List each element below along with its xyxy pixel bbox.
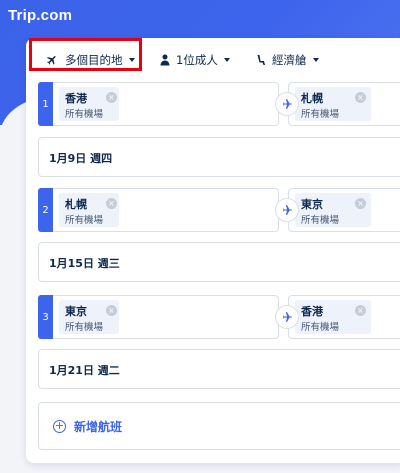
leg-number-badge: 1 <box>38 82 53 126</box>
clear-icon[interactable]: × <box>355 305 366 316</box>
swap-cities-button[interactable] <box>275 305 299 329</box>
clear-icon[interactable]: × <box>355 92 366 103</box>
trip-type-highlight-box <box>29 38 142 71</box>
trip-logo: Trip.com <box>8 7 73 24</box>
chevron-down-icon <box>223 58 230 62</box>
clear-icon[interactable]: × <box>106 92 117 103</box>
departure-city-chip: 札幌 所有機場 × <box>59 193 119 227</box>
departure-field[interactable]: 札幌 所有機場 × <box>53 188 279 232</box>
swap-cities-button[interactable] <box>275 198 299 222</box>
arrival-city: 香港 <box>301 305 323 318</box>
swap-cities-button[interactable] <box>275 92 299 116</box>
departure-city-chip: 東京 所有機場 × <box>59 300 119 334</box>
departure-date: 1月15日 週三 <box>49 257 120 270</box>
arrival-field[interactable]: 香港 所有機場 × <box>288 295 400 339</box>
arrival-field[interactable]: 東京 所有機場 × <box>288 188 400 232</box>
plane-icon <box>283 205 292 215</box>
departure-city: 札幌 <box>65 198 87 211</box>
person-icon <box>160 54 170 66</box>
departure-airports: 所有機場 <box>65 322 104 333</box>
passengers-label: 1位成人 <box>176 53 218 67</box>
departure-field[interactable]: 東京 所有機場 × <box>53 295 279 339</box>
departure-date-field[interactable]: 1月9日 週四 <box>38 137 400 177</box>
plus-circle-icon: + <box>53 418 66 433</box>
arrival-airports: 所有機場 <box>301 322 340 333</box>
arrival-airports: 所有機場 <box>301 215 340 226</box>
arrival-city: 札幌 <box>301 92 323 105</box>
flight-search-card: 多個目的地 1位成人 經濟艙 1 香港 所有機場 × 札幌 所有機場 × 1月9… <box>26 38 400 463</box>
chevron-down-icon <box>312 58 319 62</box>
departure-field[interactable]: 香港 所有機場 × <box>53 82 279 126</box>
departure-city-chip: 香港 所有機場 × <box>59 87 119 121</box>
passengers-dropdown[interactable]: 1位成人 <box>160 50 230 70</box>
departure-date: 1月21日 週二 <box>49 364 120 377</box>
add-flight-button[interactable]: + 新增航班 <box>38 402 400 450</box>
clear-icon[interactable]: × <box>106 198 117 209</box>
arrival-airports: 所有機場 <box>301 109 340 120</box>
arrival-city-chip: 東京 所有機場 × <box>295 193 371 227</box>
add-flight-label: 新增航班 <box>74 419 123 434</box>
departure-date-field[interactable]: 1月21日 週二 <box>38 349 400 389</box>
cabin-class-dropdown[interactable]: 經濟艙 <box>256 50 319 70</box>
departure-city: 香港 <box>65 92 87 105</box>
departure-date-field[interactable]: 1月15日 週三 <box>38 242 400 282</box>
plane-icon <box>283 99 292 109</box>
departure-date: 1月9日 週四 <box>49 152 113 165</box>
plane-icon <box>283 312 292 322</box>
leg-number-badge: 3 <box>38 295 53 339</box>
leg-number-badge: 2 <box>38 188 53 232</box>
arrival-city: 東京 <box>301 198 323 211</box>
arrival-city-chip: 札幌 所有機場 × <box>295 87 371 121</box>
arrival-field[interactable]: 札幌 所有機場 × <box>288 82 400 126</box>
departure-airports: 所有機場 <box>65 215 104 226</box>
departure-city: 東京 <box>65 305 87 318</box>
clear-icon[interactable]: × <box>355 198 366 209</box>
arrival-city-chip: 香港 所有機場 × <box>295 300 371 334</box>
search-options-bar: 多個目的地 1位成人 經濟艙 <box>26 38 400 82</box>
clear-icon[interactable]: × <box>106 305 117 316</box>
seat-icon <box>256 54 266 66</box>
cabin-class-label: 經濟艙 <box>272 53 307 67</box>
departure-airports: 所有機場 <box>65 109 104 120</box>
